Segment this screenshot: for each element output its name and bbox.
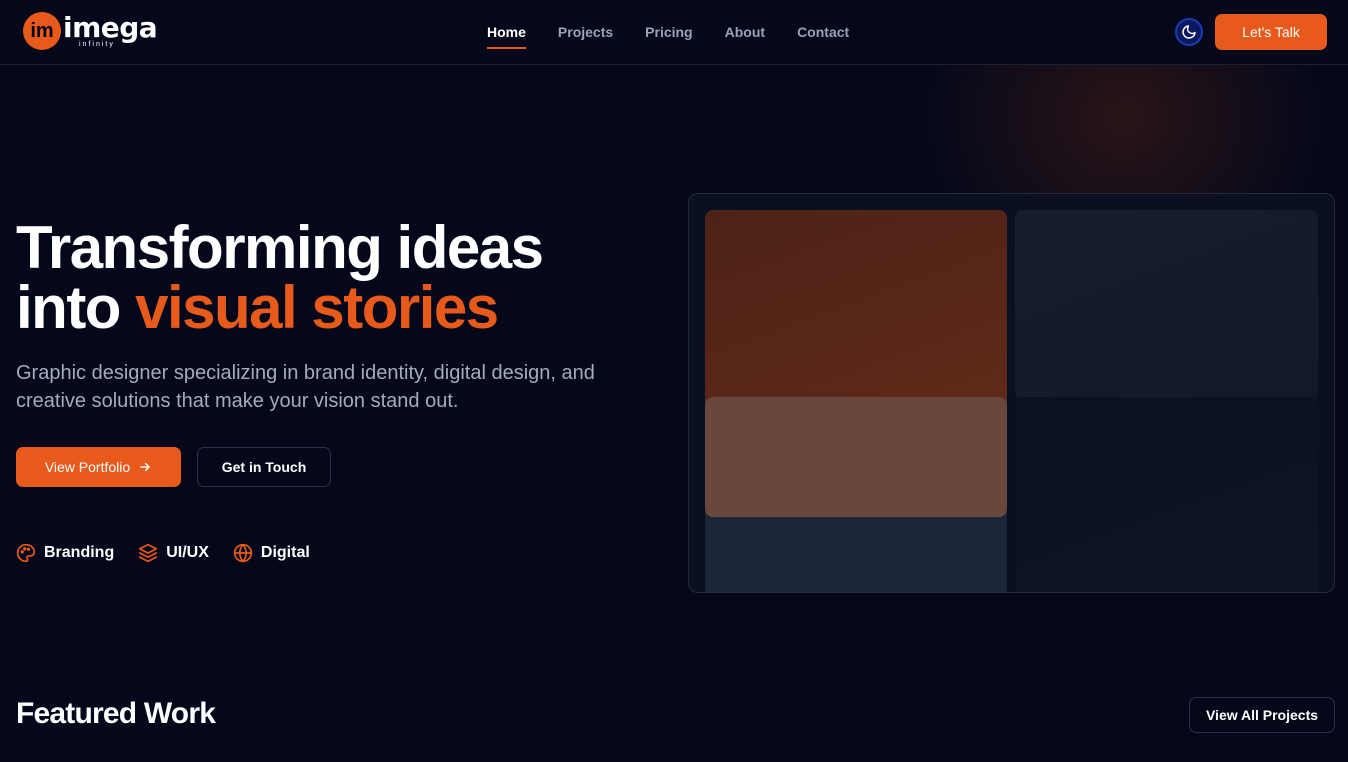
hero-title-line1: Transforming ideas <box>16 214 544 281</box>
showcase-tile <box>705 512 1007 592</box>
view-all-projects-button[interactable]: View All Projects <box>1189 697 1335 733</box>
logo-word: imega <box>63 11 158 44</box>
theme-toggle-button[interactable] <box>1175 18 1203 46</box>
nav-about[interactable]: About <box>725 0 765 64</box>
moon-icon <box>1182 25 1196 39</box>
nav-projects[interactable]: Projects <box>558 0 613 64</box>
logo-text: imega infinity <box>63 11 158 51</box>
service-tags: Branding UI/UX Digital <box>16 543 334 563</box>
tag-branding: Branding <box>16 543 114 563</box>
palette-icon <box>16 543 36 563</box>
logo-tagline: infinity <box>79 41 115 48</box>
main-nav: Home Projects Pricing About Contact <box>487 0 881 64</box>
get-in-touch-button[interactable]: Get in Touch <box>197 447 331 487</box>
logo[interactable]: im imega infinity <box>23 11 158 51</box>
showcase-panel <box>688 193 1335 593</box>
site-header: im imega infinity Home Projects Pricing … <box>0 0 1348 65</box>
hero-title-line2: into <box>16 274 136 341</box>
nav-pricing[interactable]: Pricing <box>645 0 692 64</box>
tag-uiux-label: UI/UX <box>166 544 209 561</box>
lets-talk-button[interactable]: Let's Talk <box>1215 14 1327 50</box>
tag-branding-label: Branding <box>44 544 115 561</box>
nav-contact[interactable]: Contact <box>797 0 849 64</box>
showcase-tile <box>705 397 1007 517</box>
nav-home[interactable]: Home <box>487 0 526 64</box>
view-portfolio-button[interactable]: View Portfolio <box>16 447 181 487</box>
hero-subtitle: Graphic designer specializing in brand i… <box>16 362 595 412</box>
logo-mark: im <box>23 12 61 50</box>
showcase-tile <box>1015 210 1318 400</box>
showcase-tile <box>1015 397 1318 592</box>
layers-icon <box>139 543 158 563</box>
featured-work-heading: Featured Work <box>16 697 216 730</box>
hero-title-accent: visual stories <box>135 274 499 341</box>
hero-title: Transforming ideas into visual stories <box>16 218 666 338</box>
tag-digital: Digital <box>233 543 310 563</box>
tag-uiux: UI/UX <box>138 543 209 563</box>
arrow-right-icon <box>140 462 150 472</box>
view-portfolio-label: View Portfolio <box>44 459 131 475</box>
tag-digital-label: Digital <box>260 544 310 561</box>
globe-icon <box>233 543 253 563</box>
